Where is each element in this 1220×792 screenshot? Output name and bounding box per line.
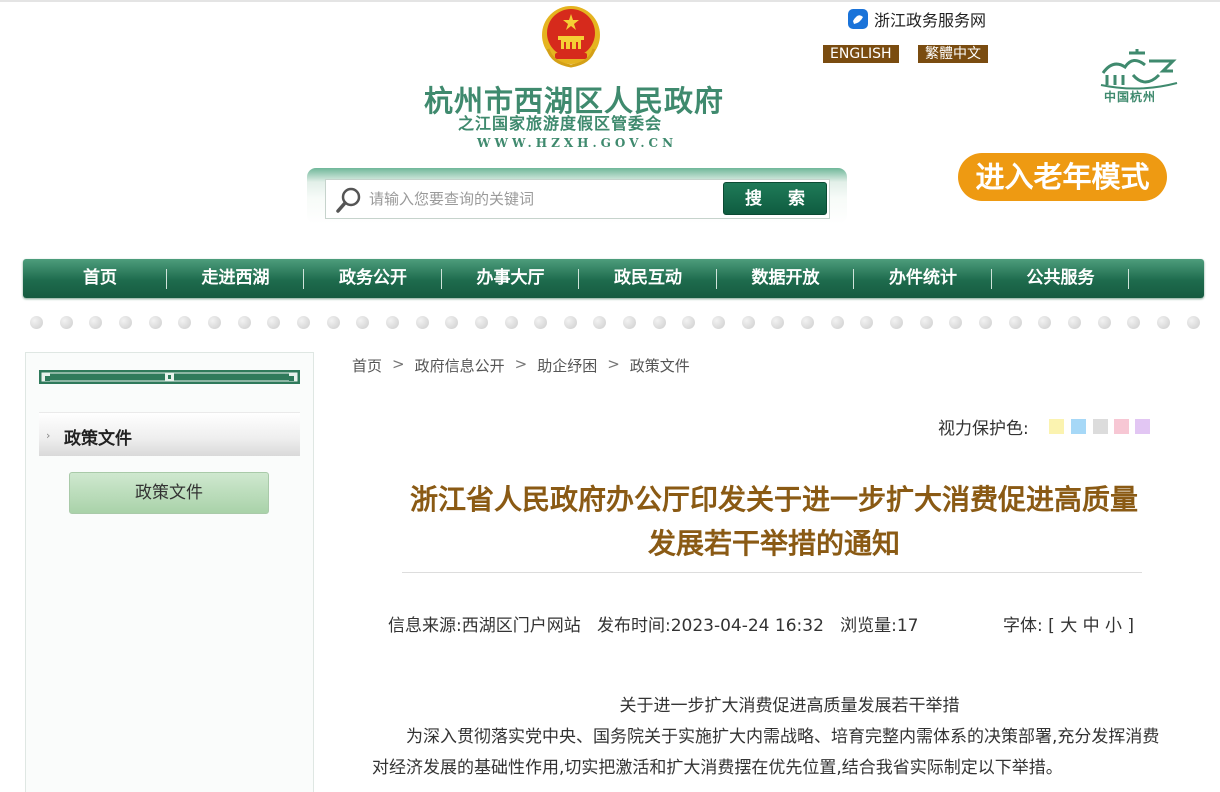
vision-color-pink[interactable]: [1114, 419, 1129, 434]
nav-item-service-hall[interactable]: 办事大厅: [442, 259, 579, 298]
breadcrumb-policy-documents[interactable]: 政策文件: [630, 355, 690, 376]
main-nav: 首页 走进西湖 政务公开 办事大厅 政民互动 数据开放 办件统计 公共服务: [23, 259, 1204, 298]
source-label: 信息来源:: [388, 616, 462, 636]
nav-item-public-services[interactable]: 公共服务: [992, 259, 1129, 298]
chevron-right-icon: ›: [46, 429, 51, 442]
publish-date-label: 发布时间:: [596, 616, 671, 636]
vision-color-yellow[interactable]: [1049, 419, 1064, 434]
site-url: WWW.HZXH.GOV.CN: [477, 136, 678, 150]
traditional-chinese-button[interactable]: 繁體中文: [918, 45, 988, 63]
search-icon: [336, 187, 361, 213]
portal-link-label: 浙江政务服务网: [874, 11, 987, 30]
sidebar-ornament-band-icon: [39, 370, 300, 384]
top-border: [0, 0, 1220, 2]
font-size-control: 字体: [ 大 中 小 ]: [1003, 611, 1134, 636]
zhejiang-portal-icon: [848, 9, 868, 29]
site-subtitle: 之江国家旅游度假区管委会: [458, 114, 663, 133]
sidebar-item-policy-documents[interactable]: 政策文件: [69, 472, 269, 514]
zhejiang-portal-link[interactable]: 浙江政务服务网: [848, 8, 986, 30]
font-size-large[interactable]: 大: [1060, 616, 1077, 636]
nav-item-open-data[interactable]: 数据开放: [717, 259, 854, 298]
decorative-dot-row: [30, 316, 1200, 330]
source-value: 西湖区门户网站: [461, 616, 581, 636]
vision-color-gray[interactable]: [1093, 419, 1108, 434]
search-button[interactable]: 搜 索: [723, 182, 827, 215]
article-meta: 信息来源:西湖区门户网站 发布时间:2023-04-24 16:32 浏览量:1…: [388, 611, 918, 636]
breadcrumb-home[interactable]: 首页: [352, 355, 382, 376]
breadcrumb-separator: >: [392, 355, 405, 373]
sidebar-heading: 政策文件: [64, 429, 132, 449]
english-button[interactable]: ENGLISH: [823, 45, 899, 63]
font-size-small[interactable]: 小: [1105, 616, 1122, 636]
search-input[interactable]: [369, 185, 714, 213]
vision-protection-label: 视力保护色:: [938, 419, 1029, 439]
nav-item-public-interaction[interactable]: 政民互动: [579, 259, 717, 298]
vision-color-purple[interactable]: [1135, 419, 1150, 434]
nav-item-home[interactable]: 首页: [33, 259, 167, 298]
nav-item-case-statistics[interactable]: 办件统计: [854, 259, 992, 298]
breadcrumb-business-relief[interactable]: 助企纾困: [537, 355, 597, 376]
vision-color-blue[interactable]: [1071, 419, 1086, 434]
article-title: 浙江省人民政府办公厅印发关于进一步扩大消费促进高质量发展若干举措的通知: [409, 483, 1138, 560]
title-divider: [402, 572, 1142, 573]
breadcrumb: 首页 > 政府信息公开 > 助企纾困 > 政策文件: [352, 355, 690, 376]
font-size-bracket-open: [: [1048, 616, 1055, 636]
views-value: 17: [896, 616, 919, 636]
nav-item-government-affairs[interactable]: 政务公开: [304, 259, 442, 298]
breadcrumb-gov-info[interactable]: 政府信息公开: [415, 355, 505, 376]
views-label: 浏览量:: [840, 616, 897, 636]
font-size-label: 字体:: [1003, 616, 1043, 636]
city-logo-text: 中国杭州: [1104, 90, 1157, 104]
breadcrumb-separator: >: [607, 355, 620, 373]
breadcrumb-separator: >: [514, 355, 528, 373]
publish-date-value: 2023-04-24 16:32: [670, 616, 824, 636]
article-body-title: 关于进一步扩大消费促进高质量发展若干举措: [619, 696, 960, 716]
font-size-medium[interactable]: 中: [1083, 616, 1100, 636]
nav-item-about-xihu[interactable]: 走进西湖: [167, 259, 304, 298]
elder-mode-button[interactable]: 进入老年模式: [958, 153, 1167, 201]
font-size-bracket-close: ]: [1127, 616, 1135, 636]
article-paragraph: 为深入贯彻落实党中央、国务院关于实施扩大内需战略、培育完整内需体系的决策部署,充…: [372, 727, 1160, 778]
national-emblem-icon: [542, 6, 600, 68]
